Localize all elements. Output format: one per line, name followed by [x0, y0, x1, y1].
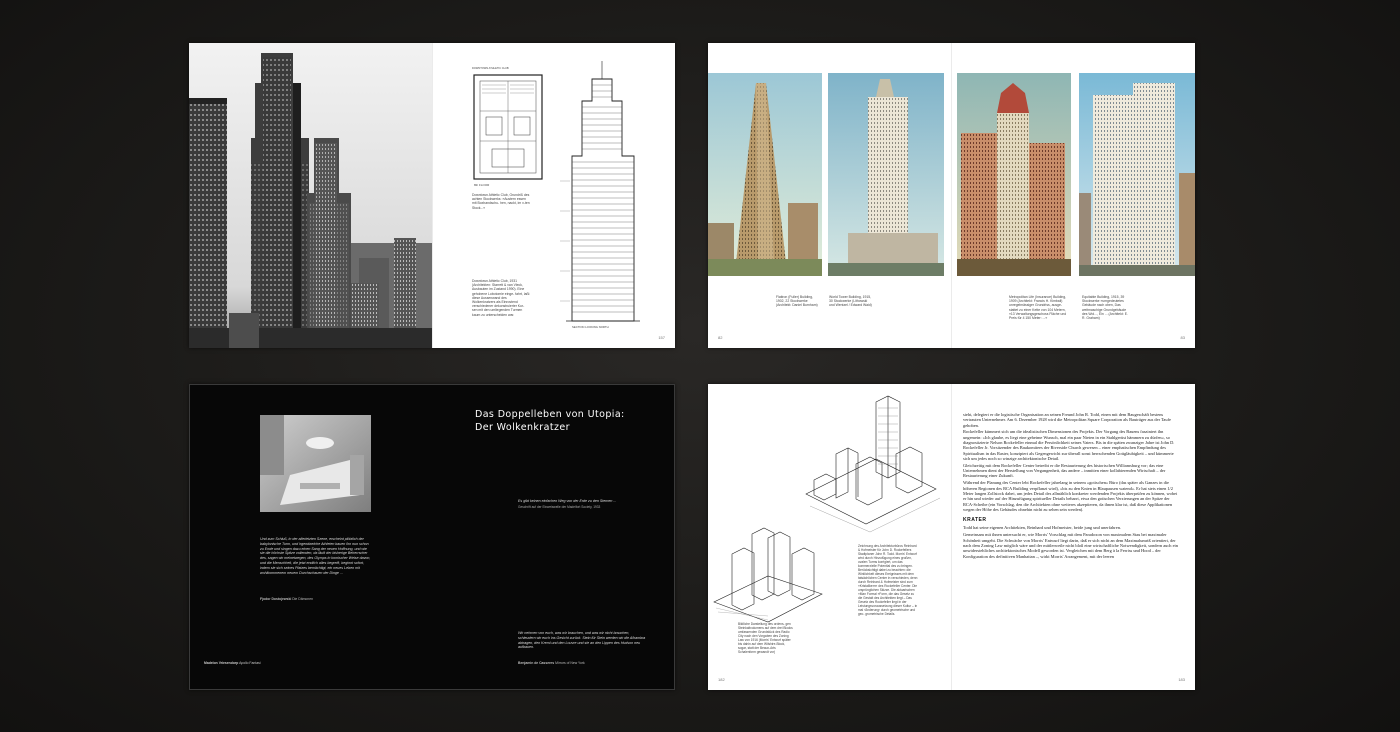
caption-equitable: Equitable Building, 1915, 39 Stockwerke …: [1082, 295, 1128, 321]
paragraph: sieht, delegiert er die logistische Orga…: [963, 412, 1171, 428]
spread-postcards: Flatiron (Fuller) Building, 1902, 22 Sto…: [708, 43, 1195, 348]
plan-heading: DOWNTOWN ATHLETIC CLUB: [472, 67, 509, 70]
paragraph: Während der Planung des Center lebt Rock…: [963, 480, 1178, 512]
page-drawings-right: 8th FLOOR DOWNTOWN ATHLETIC CLUB Downtow…: [432, 43, 675, 348]
paragraph: Gleichzeitig mit dem Rockefeller Center …: [963, 462, 1166, 479]
page-number-left: 182: [718, 677, 725, 682]
paragraph: Rockefeller kümmert sich um die idealist…: [963, 429, 1175, 461]
flatiron-postcard: [708, 73, 822, 276]
quote-dostojewski: Und zum Schluß, in der allerletzten Szen…: [260, 537, 371, 575]
spread-utopia-chapter: Und zum Schluß, in der allerletzten Szen…: [189, 384, 675, 690]
caption-flatiron: Flatiron (Fuller) Building, 1902, 22 Sto…: [776, 295, 818, 308]
floor-plan-drawing: [473, 74, 543, 180]
axonometric-drawing: [805, 395, 941, 533]
paragraph: Gemeinsam mit ihnen untersucht er, wie M…: [963, 532, 1178, 559]
apollo-fantasi-image: [260, 415, 371, 512]
spread-downtown-athletic-club: 8th FLOOR DOWNTOWN ATHLETIC CLUB Downtow…: [189, 43, 675, 348]
quote-dostojewski-source: Fjodor Dostojewski Die Dämonen: [260, 597, 313, 601]
page-number: 157: [658, 335, 665, 340]
skyscraper-photo: [189, 43, 432, 348]
casseres-name: Benjamin de Casseres: [518, 661, 555, 665]
page-number-left: 82: [718, 335, 723, 340]
casseres-work: Mirrors of New York: [555, 661, 585, 665]
page-drawings-left: Zeichnung des Architekturbüros Reinhard …: [708, 384, 951, 690]
dostojewski-name: Fjodor Dostojewski: [260, 597, 292, 601]
page-dark-left: Und zum Schluß, in der allerletzten Szen…: [190, 385, 433, 689]
page-photo-left: [189, 43, 432, 348]
floor-label: 8th FLOOR: [474, 183, 490, 187]
caption-reinhard-hofmeister: Zeichnung des Architekturbüros Reinhard …: [858, 544, 918, 616]
page-text-right: sieht, delegiert er die logistische Orga…: [951, 384, 1195, 690]
quote-casseres: Wir nehmen von euch, was wir brauchen, u…: [518, 631, 646, 650]
equitable-postcard: [1079, 73, 1195, 276]
chapter-title-line2: Der Wolkenkratzer: [475, 421, 570, 433]
section-drawing: [560, 61, 640, 322]
page-number-right: 183: [1178, 677, 1185, 682]
page-postcards-right: Metropolitan Life (Insurance) Building, …: [951, 43, 1195, 348]
section-heading-krater: KRATER: [963, 517, 987, 524]
world-tower-postcard: [828, 73, 944, 276]
paragraph: Todd hat seine eigenen Architekten, Rein…: [963, 525, 1122, 531]
caption-floor-plan: Downtown Athletic Club, Grundriß des ach…: [472, 193, 530, 210]
credit-title: Apollo Fantasi: [239, 661, 261, 665]
chapter-title-line1: Das Doppelleben von Utopia:: [475, 409, 625, 420]
epigraph-stars: Es gibt keinen einfachen Weg von der Erd…: [518, 499, 617, 503]
dostojewski-work: Die Dämonen: [292, 597, 313, 601]
metropolitan-postcard: [957, 73, 1071, 276]
page-number-right: 83: [1180, 335, 1185, 340]
caption-metropolitan: Metropolitan Life (Insurance) Building, …: [1009, 295, 1067, 321]
caption-world-tower: World Tower Building, 1915, 30 Stockwerk…: [829, 295, 872, 308]
caption-massing: Bildliche Darstellung des ordens- gen St…: [738, 622, 793, 654]
epigraph-stars-source: Geschrift auf der Einweiswelle der Madel…: [518, 505, 601, 509]
caption-athletic-club: Downtown Athletic Club, 1931 (Architekte…: [472, 279, 530, 317]
spread-rockefeller-center: Zeichnung des Architekturbüros Reinhard …: [708, 384, 1195, 690]
page-postcards-left: Flatiron (Fuller) Building, 1902, 22 Sto…: [708, 43, 951, 348]
bottom-credit: Madelon Vriesendorp Apollo Fantasi: [204, 661, 261, 665]
body-text-column: sieht, delegiert er die logistische Orga…: [963, 412, 1181, 560]
massing-sketch: [713, 527, 823, 623]
section-label: SECTION LOOKING NORTH: [572, 325, 609, 329]
chapter-title: Das Doppelleben von Utopia: Der Wolkenkr…: [475, 409, 625, 434]
quote-casseres-source: Benjamin de Casseres Mirrors of New York: [518, 661, 585, 665]
page-dark-right: Das Doppelleben von Utopia: Der Wolkenkr…: [433, 385, 674, 689]
credit-name: Madelon Vriesendorp: [204, 661, 239, 665]
